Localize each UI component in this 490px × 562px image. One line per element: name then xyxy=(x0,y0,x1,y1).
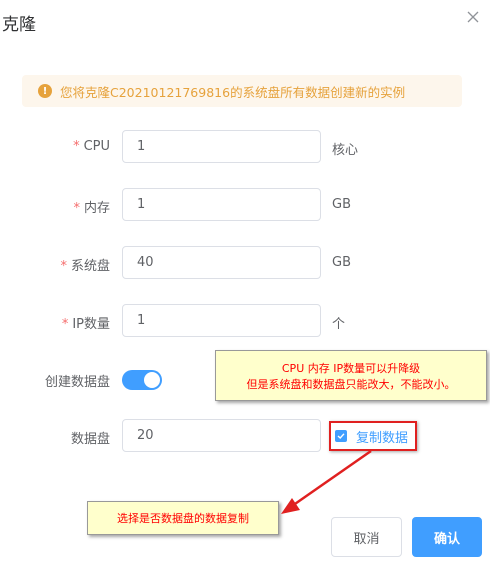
memory-input[interactable] xyxy=(122,188,321,221)
copy-data-label: 复制数据 xyxy=(356,430,409,446)
ip-count-input[interactable] xyxy=(122,304,321,337)
annotation-note-line2: 但是系统盘和数据盘只能改大，不能改小。 xyxy=(246,378,456,391)
memory-unit: GB xyxy=(332,197,351,212)
system-disk-label: * 系统盘 xyxy=(60,259,110,274)
annotation-note-line1: CPU 内存 IP数量可以升降级 xyxy=(281,362,421,375)
ip-count-unit: 个 xyxy=(332,317,346,332)
confirm-button[interactable]: 确认 xyxy=(412,517,482,557)
checkbox-check-icon xyxy=(335,430,347,442)
create-data-disk-label: 创建数据盘 xyxy=(44,375,110,390)
copy-data-checkbox[interactable]: 复制数据 xyxy=(329,421,417,451)
create-data-disk-switch[interactable] xyxy=(122,370,162,390)
annotation-note-copy: 选择是否数据盘的数据复制 xyxy=(87,501,279,535)
warning-alert: ! 您将克隆C20210121769816的系统盘所有数据创建新的实例 xyxy=(22,75,462,107)
system-disk-unit: GB xyxy=(332,255,351,270)
memory-label: * 内存 xyxy=(73,201,110,216)
annotation-note-upgrade: CPU 内存 IP数量可以升降级 但是系统盘和数据盘只能改大，不能改小。 xyxy=(215,350,487,401)
cpu-input[interactable] xyxy=(122,130,321,163)
annotation-note-copy-text: 选择是否数据盘的数据复制 xyxy=(117,512,249,525)
switch-knob xyxy=(144,372,160,388)
page-title: 克隆 xyxy=(2,15,36,35)
system-disk-input[interactable] xyxy=(122,246,321,279)
cpu-unit: 核心 xyxy=(332,143,359,158)
warning-icon: ! xyxy=(38,84,52,98)
data-disk-input[interactable] xyxy=(122,419,321,452)
cancel-button[interactable]: 取消 xyxy=(331,517,402,557)
cpu-label: * CPU xyxy=(73,139,110,154)
close-icon[interactable] xyxy=(466,10,480,24)
ip-count-label: * IP数量 xyxy=(61,317,110,332)
data-disk-label: 数据盘 xyxy=(70,432,110,447)
alert-text: 您将克隆C20210121769816的系统盘所有数据创建新的实例 xyxy=(60,84,406,100)
